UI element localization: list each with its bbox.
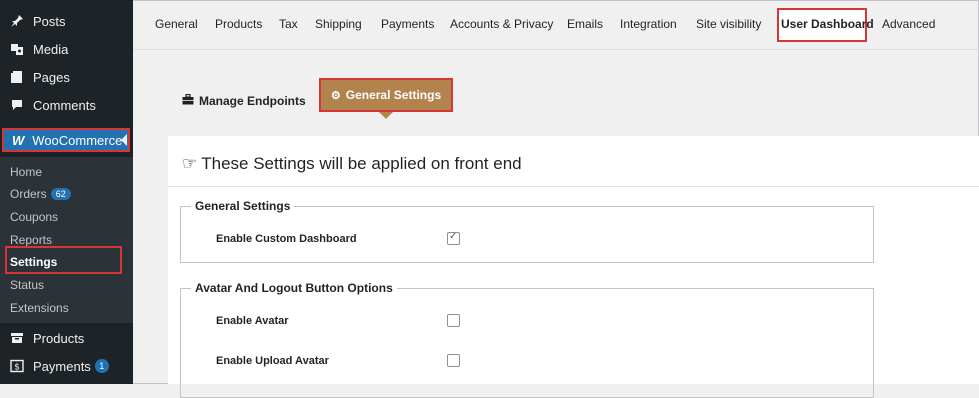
products-icon	[10, 331, 24, 345]
menu-item-payments[interactable]: $ Payments 1	[0, 352, 133, 380]
tab-emails[interactable]: Emails	[567, 17, 603, 31]
tabs-divider	[133, 49, 979, 50]
enable-custom-dashboard-checkbox[interactable]	[447, 231, 460, 245]
enable-avatar-checkbox[interactable]	[447, 314, 460, 327]
menu-item-products[interactable]: Products	[0, 324, 133, 352]
menu-item-label: WooCommerce	[32, 132, 123, 148]
menu-item-media[interactable]: Media	[0, 35, 133, 63]
tab-site-visibility[interactable]: Site visibility	[696, 17, 761, 31]
menu-item-woocommerce[interactable]: W WooCommerce	[2, 128, 130, 152]
field-label: Enable Upload Avatar	[216, 355, 329, 367]
menu-item-comments[interactable]: Comments	[0, 91, 133, 119]
menu-item-pages[interactable]: Pages	[0, 63, 133, 91]
submenu-item-orders[interactable]: Orders 62	[10, 187, 71, 201]
panel-heading: ☞ These Settings will be applied on fron…	[182, 154, 522, 174]
field-label: Enable Custom Dashboard	[216, 233, 357, 245]
tab-user-dashboard[interactable]: User Dashboard	[781, 17, 874, 31]
tab-advanced[interactable]: Advanced	[882, 17, 935, 31]
current-arrow-icon	[121, 134, 127, 146]
orders-count-badge: 62	[50, 188, 71, 200]
settings-highlight	[5, 246, 122, 274]
gears-icon: ⚙	[330, 89, 341, 102]
tab-integration[interactable]: Integration	[620, 17, 677, 31]
pages-icon	[10, 70, 24, 84]
active-tab-caret	[379, 112, 393, 119]
briefcase-icon	[182, 93, 194, 108]
avatar-logout-fieldset: Avatar And Logout Button Options Enable …	[180, 281, 874, 398]
fieldset-legend: General Settings	[191, 199, 295, 213]
pin-icon	[10, 14, 24, 28]
menu-item-label: Pages	[33, 69, 70, 85]
comments-icon	[10, 98, 24, 112]
woocommerce-submenu: Home Orders 62 Coupons Reports Settings S…	[0, 157, 133, 323]
heading-divider	[168, 186, 979, 187]
admin-sidebar: Posts Media Pages Comments W WooCommerce…	[0, 0, 133, 384]
tab-payments[interactable]: Payments	[381, 17, 434, 31]
pointing-hand-icon: ☞	[182, 154, 198, 173]
tab-tax[interactable]: Tax	[279, 17, 298, 31]
submenu-item-home[interactable]: Home	[10, 165, 42, 179]
field-label: Enable Avatar	[216, 315, 289, 327]
menu-item-label: Payments	[33, 358, 91, 374]
general-settings-fieldset: General Settings Enable Custom Dashboard	[180, 199, 874, 263]
panel-heading-text: These Settings will be applied on front …	[201, 154, 522, 173]
svg-text:$: $	[14, 363, 20, 373]
menu-item-posts[interactable]: Posts	[0, 7, 133, 35]
enable-upload-avatar-checkbox[interactable]	[447, 354, 460, 367]
tab-general-settings[interactable]: ⚙ General Settings	[319, 78, 453, 112]
menu-item-label: Posts	[33, 13, 66, 29]
tab-products[interactable]: Products	[215, 17, 262, 31]
submenu-item-reports[interactable]: Reports	[10, 233, 52, 247]
tab-general[interactable]: General	[155, 17, 198, 31]
payments-count-badge: 1	[94, 359, 109, 373]
media-icon	[10, 42, 24, 56]
settings-panel: ☞ These Settings will be applied on fron…	[168, 136, 979, 398]
submenu-item-status[interactable]: Status	[10, 278, 44, 292]
tab-accounts-privacy[interactable]: Accounts & Privacy	[450, 17, 553, 31]
menu-item-label: Comments	[33, 97, 96, 113]
tab-shipping[interactable]: Shipping	[315, 17, 362, 31]
menu-item-label: Products	[33, 330, 85, 346]
menu-item-label: Media	[33, 41, 69, 57]
payments-icon: $	[10, 359, 24, 373]
submenu-item-coupons[interactable]: Coupons	[10, 210, 58, 224]
submenu-item-extensions[interactable]: Extensions	[10, 301, 69, 315]
woocommerce-icon: W	[12, 132, 25, 148]
fieldset-legend: Avatar And Logout Button Options	[191, 281, 397, 295]
tab-manage-endpoints[interactable]: Manage Endpoints	[182, 84, 306, 118]
